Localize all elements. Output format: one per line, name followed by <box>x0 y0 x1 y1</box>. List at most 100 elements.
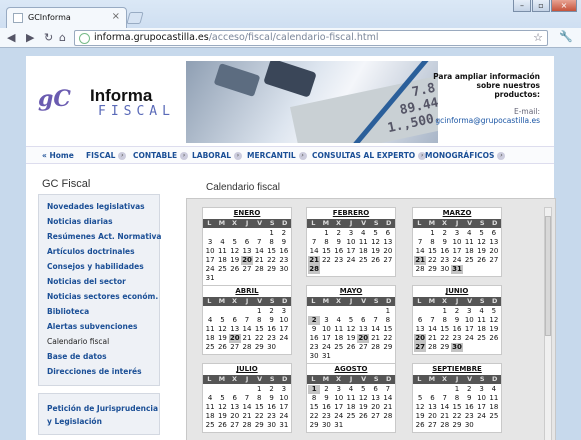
calendar-day: 10 <box>477 394 487 402</box>
month-title[interactable]: ABRIL <box>203 286 291 297</box>
tax-deadline-day[interactable]: 20 <box>414 334 427 343</box>
calendar-day: 1 <box>257 307 262 315</box>
month-title[interactable]: SEPTIEMBRE <box>413 364 501 375</box>
calendar-day: 14 <box>309 247 319 255</box>
maximize-button[interactable]: ▫ <box>532 0 550 12</box>
sidebar-item[interactable]: Base de datos <box>47 349 159 364</box>
menu-item[interactable]: MERCANTIL › <box>247 151 307 160</box>
month-title[interactable]: AGOSTO <box>307 364 395 375</box>
menu-item[interactable]: « Home <box>42 151 74 160</box>
month-title[interactable]: ENERO <box>203 208 291 219</box>
sidebar-item[interactable]: Consejos y habilidades <box>47 259 159 274</box>
menu-item[interactable]: CONSULTAS AL EXPERTO › <box>312 151 427 160</box>
tax-deadline-day[interactable]: 30 <box>450 343 464 352</box>
wrench-icon[interactable]: 🔧 <box>559 30 573 43</box>
site-logo[interactable]: gC Informa FISCAL <box>38 84 188 120</box>
window-controls: – ▫ × <box>513 0 577 12</box>
sidebar-request-box[interactable]: Petición de Jurisprudencia y Legislación <box>38 393 160 435</box>
menu-item[interactable]: LABORAL › <box>192 151 243 160</box>
calendar-day: 15 <box>440 325 450 333</box>
empty-day <box>369 307 381 316</box>
bookmark-star-icon[interactable]: ☆ <box>533 31 543 44</box>
back-icon[interactable]: ◀ <box>7 30 15 46</box>
sidebar-item[interactable]: Resúmenes Act. Normativa <box>47 229 161 244</box>
tax-deadline-day[interactable]: 1 <box>308 385 321 394</box>
new-tab-button[interactable] <box>126 12 144 24</box>
calendar-day: 25 <box>489 412 499 420</box>
request-line-1[interactable]: Petición de Jurisprudencia <box>47 402 159 415</box>
month-title[interactable]: MARZO <box>413 208 501 219</box>
close-tab-icon[interactable]: × <box>112 11 120 22</box>
tax-deadline-day[interactable]: 27 <box>414 343 427 352</box>
calendar-day: 3 <box>324 316 329 324</box>
calendar-day: 30 <box>440 265 450 273</box>
weekday-label: S <box>269 375 275 383</box>
calendar-day: 11 <box>346 394 356 402</box>
calendar-day: 24 <box>346 256 356 264</box>
tax-deadline-day[interactable]: 21 <box>414 256 427 265</box>
menu-item[interactable]: CONTABLE › <box>133 151 189 160</box>
weekday-label: S <box>269 297 275 305</box>
minimize-button[interactable]: – <box>513 0 531 12</box>
address-bar[interactable]: informa.grupocastilla.es/acceso/fiscal/c… <box>74 30 548 46</box>
empty-day <box>241 307 253 316</box>
calendar-day: 2 <box>454 307 460 315</box>
request-line-2[interactable]: y Legislación <box>47 415 159 428</box>
tax-deadline-day[interactable]: 20 <box>228 334 241 343</box>
calendar-day: 23 <box>464 412 474 420</box>
calendar-scrollbar[interactable] <box>544 207 552 440</box>
forward-icon[interactable]: ▶ <box>26 30 34 46</box>
calendar-day: 10 <box>279 394 289 402</box>
calendar-day: 16 <box>267 325 277 333</box>
calendar-day: 19 <box>358 403 368 411</box>
empty-day <box>414 229 426 238</box>
sidebar-item[interactable]: Alertas subvenciones <box>47 319 159 334</box>
month-title[interactable]: JUNIO <box>413 286 501 297</box>
calendar-day: 22 <box>254 334 264 342</box>
day-grid: 1 2 3 4 5 6 7 8 9 10 11 12 13 14 15 16 17 18 19 20 21 22 23 24 2… <box>307 384 395 432</box>
sidebar-item[interactable]: Novedades legislativas <box>47 199 159 214</box>
calendar-day: 2 <box>467 385 472 393</box>
tax-deadline-day[interactable]: 28 <box>308 265 321 274</box>
month-title[interactable]: FEBRERO <box>307 208 395 219</box>
tax-deadline-day[interactable]: 2 <box>308 316 321 325</box>
empty-day <box>229 307 241 316</box>
calendar-day: 10 <box>346 238 356 246</box>
sidebar-item[interactable]: Direcciones de interés <box>47 364 159 379</box>
scrollbar-thumb[interactable] <box>545 216 551 336</box>
promo-email-link[interactable]: gcinforma@grupocastilla.es <box>430 116 540 125</box>
menu-item[interactable]: FISCAL › <box>86 151 127 160</box>
browser-tab[interactable]: GCInforma × <box>6 7 127 28</box>
calendar-day: 18 <box>464 247 474 255</box>
calendar-day: 15 <box>452 403 462 411</box>
sidebar-item[interactable]: Noticias sectores económ. <box>47 289 159 304</box>
weekday-label: M <box>428 219 436 227</box>
promo-heading: Para ampliar información sobre nuestros … <box>433 72 540 99</box>
menu-item[interactable]: MONOGRÁFICOS › <box>425 151 506 160</box>
reload-icon[interactable]: ↻ <box>44 30 53 46</box>
month-title[interactable]: MAYO <box>307 286 395 297</box>
weekday-label: X <box>231 219 237 227</box>
tax-deadline-day[interactable]: 20 <box>240 256 254 265</box>
month-title[interactable]: JULIO <box>203 364 291 375</box>
tax-deadline-day[interactable]: 31 <box>450 265 464 274</box>
sidebar-item[interactable]: Noticias del sector <box>47 274 159 289</box>
close-window-button[interactable]: × <box>551 0 577 12</box>
sidebar-item[interactable]: Artículos doctrinales <box>47 244 159 259</box>
home-icon[interactable]: ⌂ <box>59 30 66 46</box>
calendar-day: 10 <box>321 325 331 333</box>
sidebar-item[interactable]: Calendario fiscal <box>47 334 159 349</box>
calendar-day: 26 <box>415 421 425 429</box>
tax-deadline-day[interactable]: 21 <box>308 256 321 265</box>
calendar-day: 30 <box>321 421 331 429</box>
calendar-day: 8 <box>324 238 329 246</box>
sidebar-item[interactable]: Noticias diarias <box>47 214 159 229</box>
calendar-day: 16 <box>464 403 474 411</box>
calendar-day: 21 <box>427 334 437 342</box>
sidebar-item[interactable]: Biblioteca <box>47 304 159 319</box>
calendar-day: 27 <box>230 421 240 429</box>
tax-deadline-day[interactable]: 20 <box>357 334 370 343</box>
calendar-day: 9 <box>311 325 317 333</box>
calendar-day: 15 <box>383 325 393 333</box>
calendar-day: 31 <box>321 352 331 360</box>
